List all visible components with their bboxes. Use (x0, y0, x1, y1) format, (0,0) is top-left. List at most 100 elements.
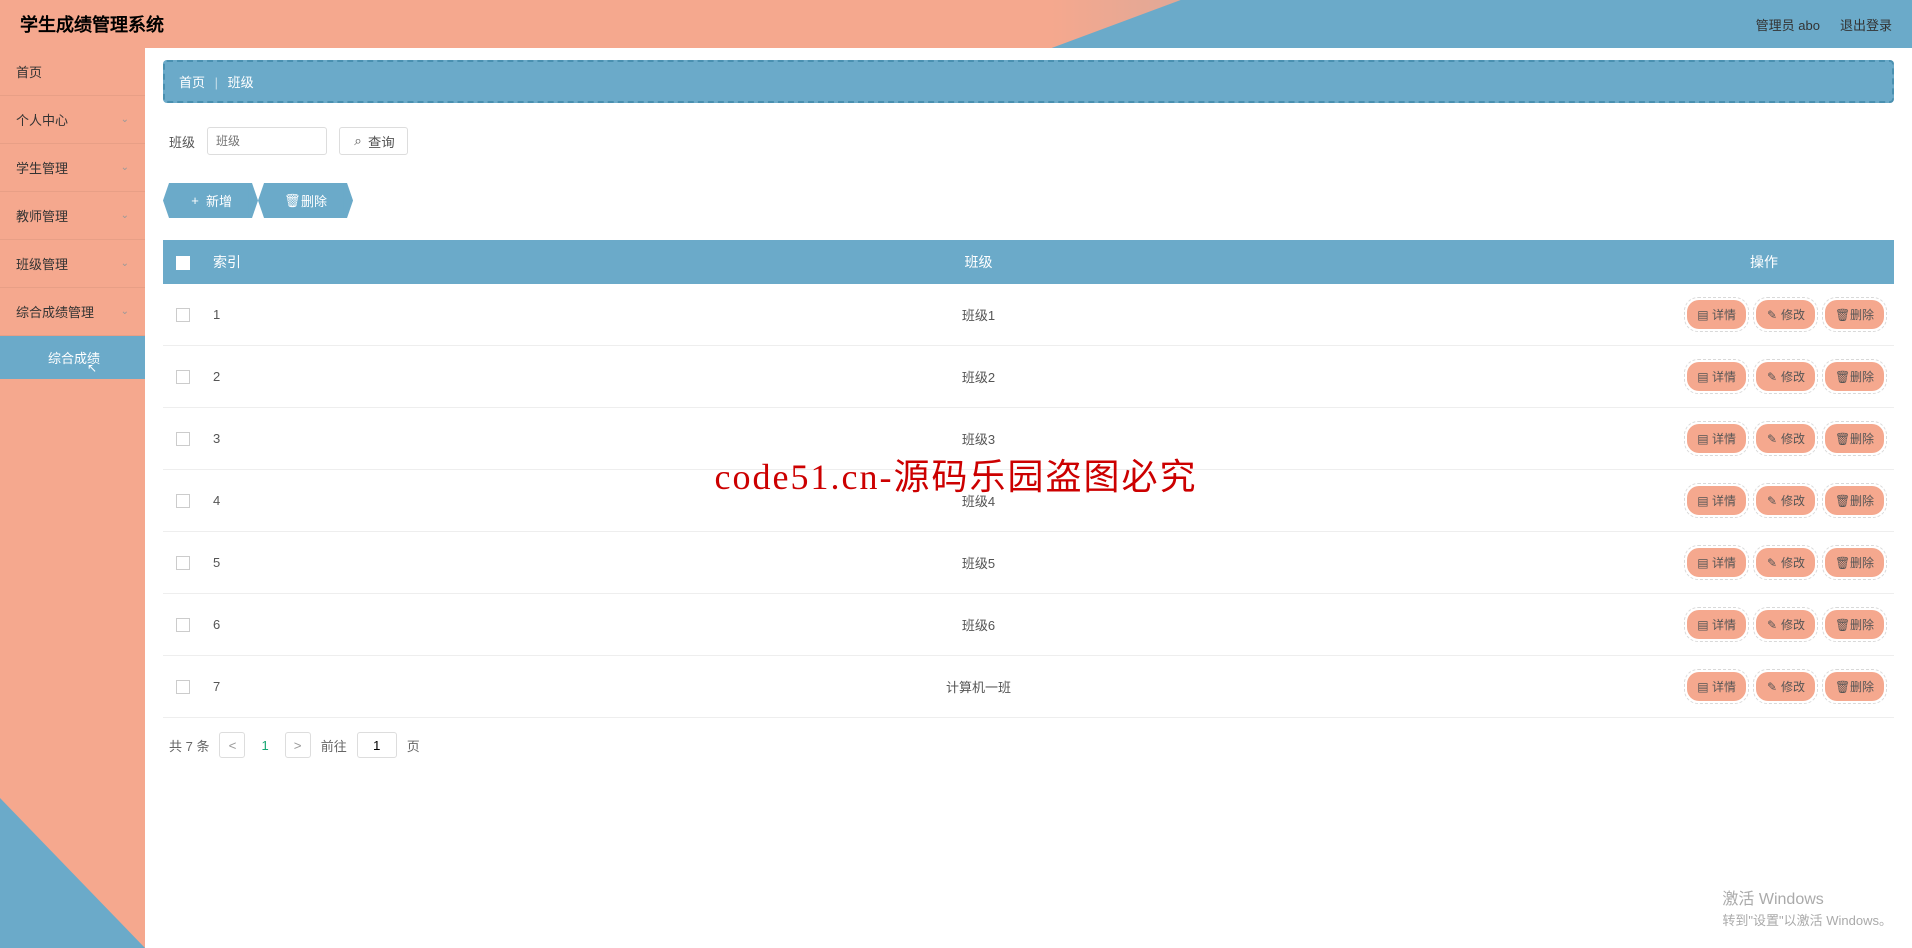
row-delete-button[interactable]: 🗑删除 (1825, 610, 1884, 639)
add-button[interactable]: + 新增 (169, 183, 252, 218)
sidebar-item-teacher[interactable]: 教师管理 ⌄ (0, 192, 145, 240)
detail-label: 详情 (1712, 492, 1736, 509)
detail-label: 详情 (1712, 616, 1736, 633)
edit-button[interactable]: ✎修改 (1756, 486, 1815, 515)
row-delete-button[interactable]: 🗑删除 (1825, 362, 1884, 391)
main-content: 首页 | 班级 班级 ⌕ 查询 + 新增 🗑 删除 (145, 48, 1912, 948)
cell-index: 2 (203, 346, 323, 408)
delete-label: 删除 (1850, 554, 1874, 571)
edit-button[interactable]: ✎修改 (1756, 362, 1815, 391)
select-all-checkbox[interactable] (176, 256, 190, 270)
app-title: 学生成绩管理系统 (20, 11, 164, 37)
edit-icon: ✎ (1766, 494, 1778, 508)
detail-button[interactable]: ▤详情 (1687, 610, 1746, 639)
delete-button[interactable]: 🗑 删除 (264, 183, 347, 218)
sidebar: 首页 个人中心 ⌄ 学生管理 ⌄ 教师管理 ⌄ 班级管理 ⌄ 综合成绩管理 ⌄ … (0, 48, 145, 948)
document-icon: ▤ (1697, 618, 1709, 632)
breadcrumb-home[interactable]: 首页 (179, 75, 205, 90)
logout-link[interactable]: 退出登录 (1840, 15, 1892, 34)
row-checkbox[interactable] (176, 556, 190, 570)
chevron-down-icon: ⌄ (121, 210, 129, 221)
table-row: 5班级5▤详情✎修改🗑删除 (163, 532, 1894, 594)
edit-button[interactable]: ✎修改 (1756, 424, 1815, 453)
sidebar-sub-score[interactable]: 综合成绩 ↖ (0, 336, 145, 379)
delete-button-label: 删除 (301, 191, 327, 210)
document-icon: ▤ (1697, 308, 1709, 322)
row-delete-button[interactable]: 🗑删除 (1825, 300, 1884, 329)
trash-icon: 🗑 (1835, 432, 1847, 446)
detail-button[interactable]: ▤详情 (1687, 424, 1746, 453)
edit-label: 修改 (1781, 554, 1805, 571)
sidebar-item-label: 首页 (16, 62, 42, 81)
document-icon: ▤ (1697, 494, 1709, 508)
cell-class: 班级5 (323, 532, 1634, 594)
search-icon: ⌕ (352, 133, 364, 149)
detail-label: 详情 (1712, 554, 1736, 571)
trash-icon: 🗑 (284, 193, 296, 209)
table-row: 3班级3▤详情✎修改🗑删除 (163, 408, 1894, 470)
detail-label: 详情 (1712, 368, 1736, 385)
sidebar-item-home[interactable]: 首页 (0, 48, 145, 96)
search-button-label: 查询 (368, 132, 395, 151)
detail-button[interactable]: ▤详情 (1687, 300, 1746, 329)
pagination-total: 共 7 条 (169, 736, 209, 755)
search-input[interactable] (207, 127, 327, 155)
goto-page-input[interactable] (357, 732, 397, 758)
delete-label: 删除 (1850, 678, 1874, 695)
trash-icon: 🗑 (1835, 370, 1847, 384)
sidebar-item-student[interactable]: 学生管理 ⌄ (0, 144, 145, 192)
row-checkbox[interactable] (176, 618, 190, 632)
sidebar-item-label: 学生管理 (16, 158, 68, 177)
chevron-down-icon: ⌄ (121, 306, 129, 317)
edit-button[interactable]: ✎修改 (1756, 548, 1815, 577)
row-delete-button[interactable]: 🗑删除 (1825, 486, 1884, 515)
delete-label: 删除 (1850, 368, 1874, 385)
edit-button[interactable]: ✎修改 (1756, 300, 1815, 329)
row-checkbox[interactable] (176, 680, 190, 694)
app-header: 学生成绩管理系统 管理员 abo 退出登录 (0, 0, 1912, 48)
toolbar: + 新增 🗑 删除 (163, 183, 1894, 218)
row-checkbox[interactable] (176, 370, 190, 384)
data-table: 索引 班级 操作 1班级1▤详情✎修改🗑删除2班级2▤详情✎修改🗑删除3班级3▤… (163, 240, 1894, 718)
chevron-down-icon: ⌄ (121, 114, 129, 125)
user-label[interactable]: 管理员 abo (1756, 15, 1820, 34)
trash-icon: 🗑 (1835, 494, 1847, 508)
cell-class: 班级6 (323, 594, 1634, 656)
detail-button[interactable]: ▤详情 (1687, 672, 1746, 701)
trash-icon: 🗑 (1835, 308, 1847, 322)
pagination: 共 7 条 < 1 > 前往 页 (163, 718, 1894, 772)
row-checkbox[interactable] (176, 308, 190, 322)
sidebar-item-label: 班级管理 (16, 254, 68, 273)
row-delete-button[interactable]: 🗑删除 (1825, 424, 1884, 453)
delete-label: 删除 (1850, 306, 1874, 323)
delete-label: 删除 (1850, 492, 1874, 509)
edit-label: 修改 (1781, 368, 1805, 385)
table-row: 4班级4▤详情✎修改🗑删除 (163, 470, 1894, 532)
next-page-button[interactable]: > (285, 732, 311, 758)
sidebar-item-label: 个人中心 (16, 110, 68, 129)
page-number[interactable]: 1 (255, 738, 274, 753)
sidebar-item-profile[interactable]: 个人中心 ⌄ (0, 96, 145, 144)
detail-button[interactable]: ▤详情 (1687, 486, 1746, 515)
cell-index: 4 (203, 470, 323, 532)
sidebar-item-class[interactable]: 班级管理 ⌄ (0, 240, 145, 288)
row-delete-button[interactable]: 🗑删除 (1825, 548, 1884, 577)
detail-button[interactable]: ▤详情 (1687, 362, 1746, 391)
table-row: 2班级2▤详情✎修改🗑删除 (163, 346, 1894, 408)
breadcrumb: 首页 | 班级 (163, 60, 1894, 103)
search-button[interactable]: ⌕ 查询 (339, 127, 408, 155)
row-delete-button[interactable]: 🗑删除 (1825, 672, 1884, 701)
detail-label: 详情 (1712, 306, 1736, 323)
detail-button[interactable]: ▤详情 (1687, 548, 1746, 577)
edit-button[interactable]: ✎修改 (1756, 672, 1815, 701)
prev-page-button[interactable]: < (219, 732, 245, 758)
delete-label: 删除 (1850, 430, 1874, 447)
document-icon: ▤ (1697, 432, 1709, 446)
row-checkbox[interactable] (176, 432, 190, 446)
row-checkbox[interactable] (176, 494, 190, 508)
sidebar-item-label: 教师管理 (16, 206, 68, 225)
sidebar-item-score[interactable]: 综合成绩管理 ⌄ (0, 288, 145, 336)
chevron-down-icon: ⌄ (121, 258, 129, 269)
edit-button[interactable]: ✎修改 (1756, 610, 1815, 639)
delete-label: 删除 (1850, 616, 1874, 633)
